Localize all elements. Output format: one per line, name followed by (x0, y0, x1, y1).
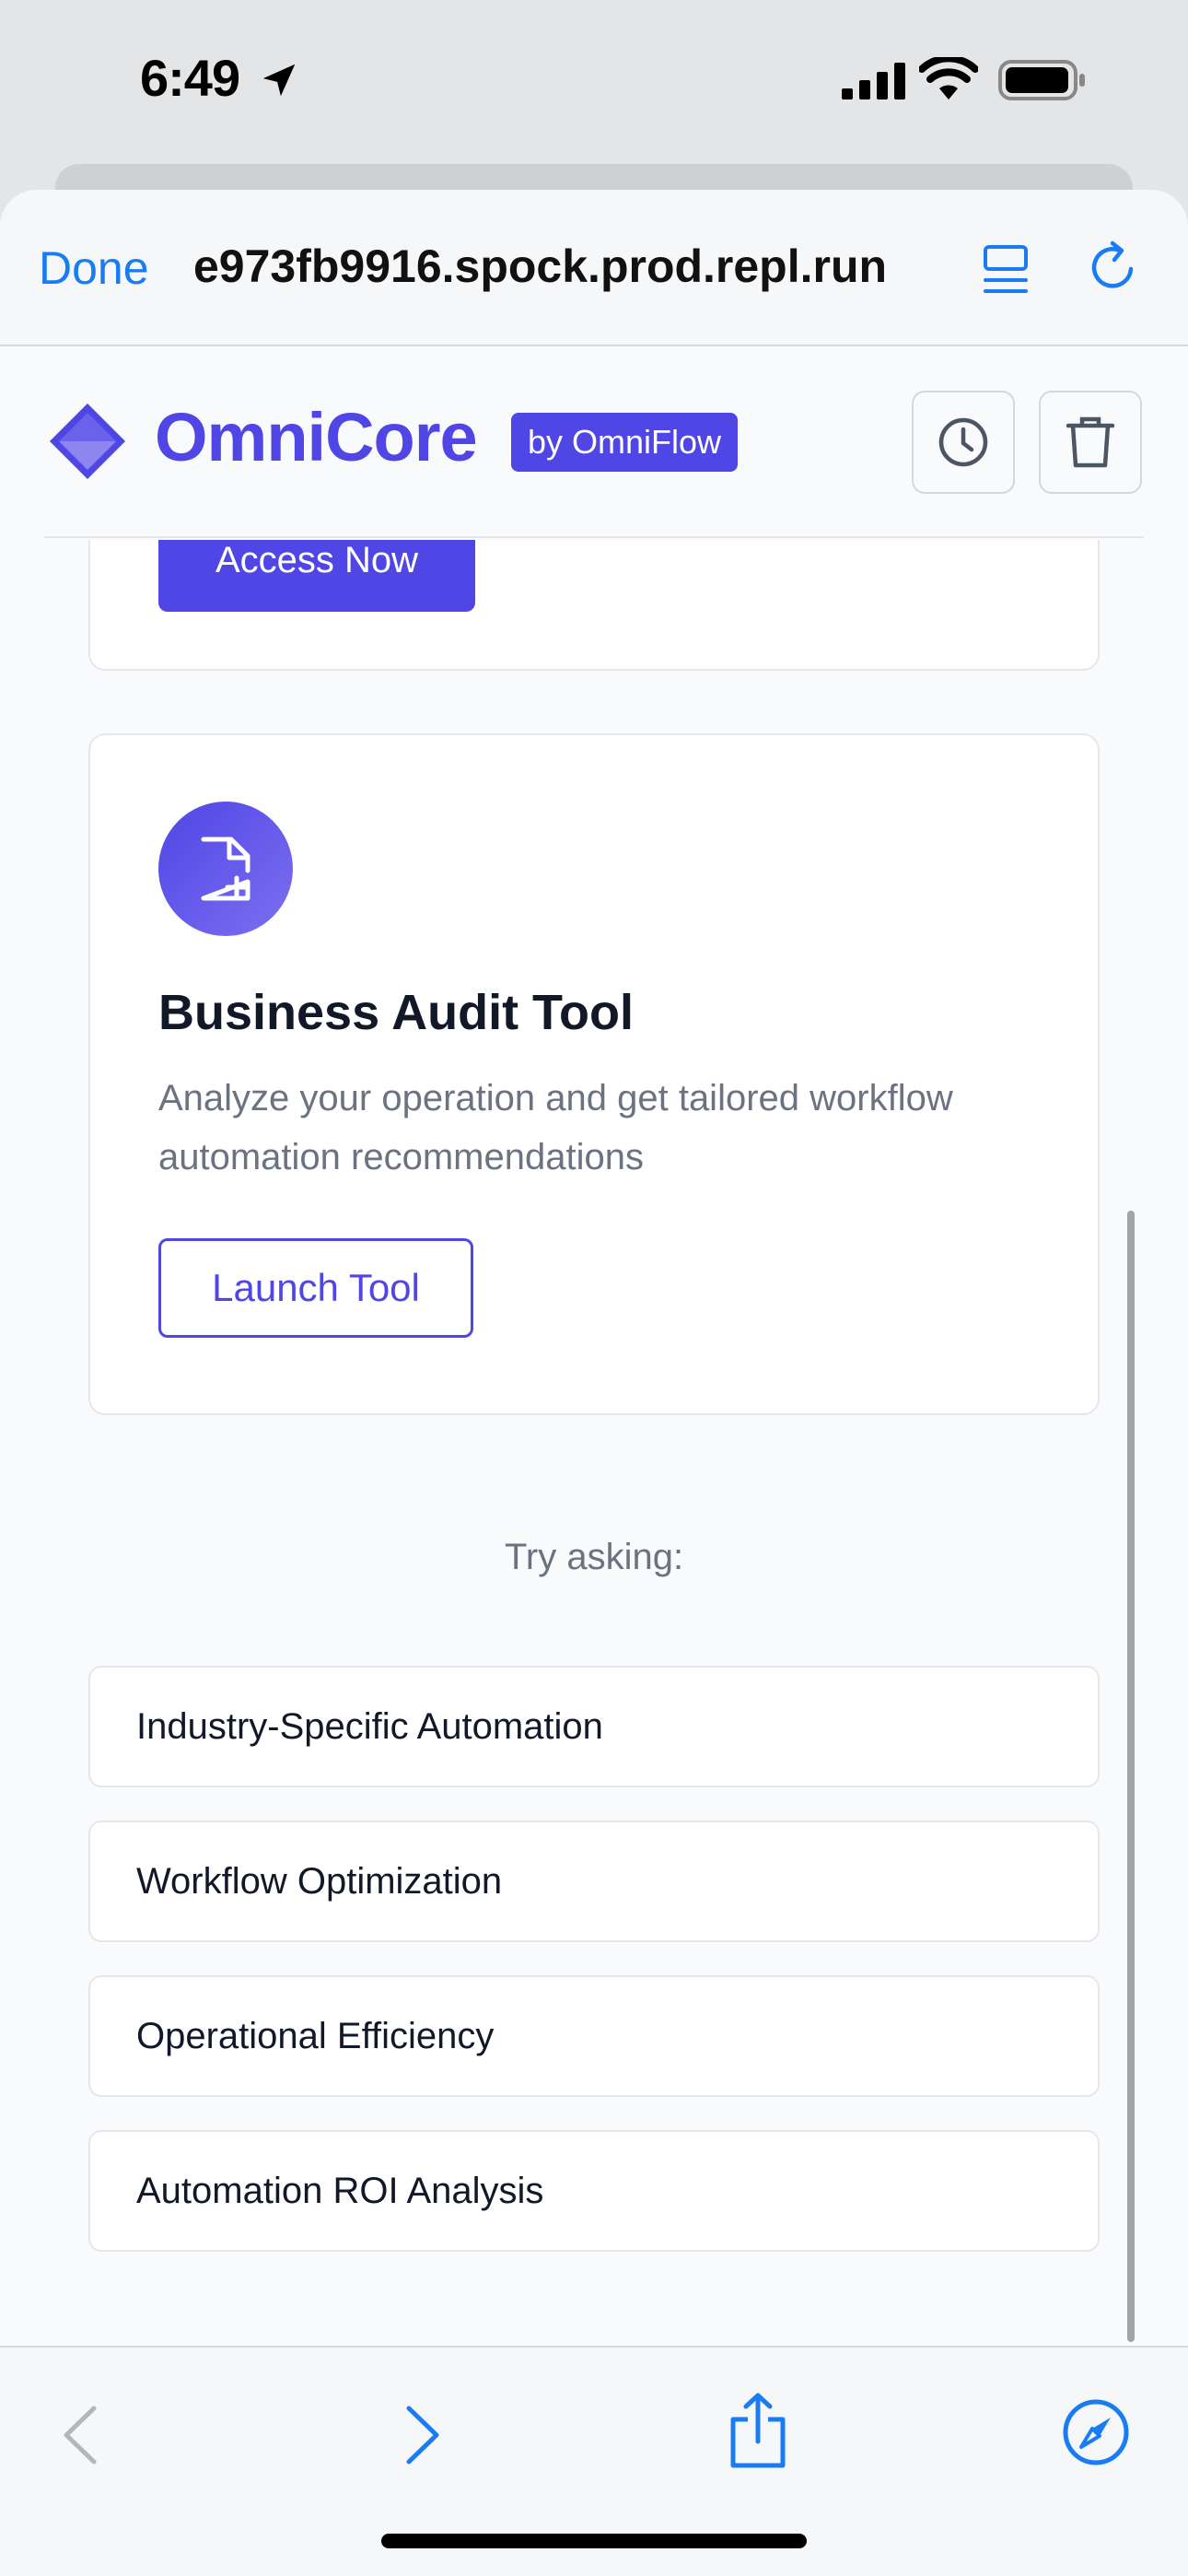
done-button[interactable]: Done (39, 241, 149, 295)
audit-title: Business Audit Tool (158, 985, 635, 1040)
audit-icon-badge (158, 802, 293, 936)
status-time: 6:49 (140, 49, 240, 107)
compass-icon[interactable] (1061, 2397, 1131, 2467)
omnicore-logo-icon (50, 404, 125, 479)
browser-toolbar (0, 2346, 1188, 2576)
audit-description: Analyze your operation and get tailored … (158, 1078, 953, 1177)
location-arrow-icon (262, 64, 296, 97)
main-content: Access Now Business Audit Tool Analyze y… (0, 540, 1188, 2530)
chevron-left-icon[interactable] (57, 2403, 103, 2467)
launch-tool-button[interactable]: Launch Tool (158, 1238, 473, 1338)
url-field[interactable]: e973fb9916.spock.prod.repl.run (193, 240, 949, 293)
browser-header: Done e973fb9916.spock.prod.repl.run (0, 190, 1188, 346)
reader-view-icon[interactable] (982, 243, 1030, 297)
file-plus-icon (201, 837, 250, 901)
app-header: OmniCore by OmniFlow (0, 346, 1188, 538)
cellular-signal-icon (842, 63, 905, 100)
reload-icon[interactable] (1087, 240, 1142, 295)
wifi-icon (919, 57, 978, 100)
clock-icon (938, 417, 988, 467)
brand-name: OmniCore (155, 399, 478, 475)
access-now-button[interactable]: Access Now (158, 540, 475, 612)
clear-chat-button[interactable] (1039, 391, 1142, 494)
browser-sheet: Done e973fb9916.spock.prod.repl.run Omni… (0, 190, 1188, 2576)
header-divider (44, 536, 1144, 538)
home-indicator[interactable] (381, 2534, 807, 2548)
share-icon[interactable] (726, 2392, 790, 2469)
status-bar: 6:49 (0, 0, 1188, 166)
scrollbar[interactable] (1127, 1211, 1135, 2342)
chevron-right-icon[interactable] (400, 2403, 446, 2467)
suggestion-item[interactable]: Operational Efficiency (88, 1975, 1100, 2097)
brand-badge: by OmniFlow (511, 413, 739, 472)
feature-card: Access Now (88, 540, 1100, 671)
trash-icon (1066, 416, 1115, 468)
business-audit-card: Business Audit Tool Analyze your operati… (88, 733, 1100, 1415)
battery-icon (998, 60, 1085, 100)
suggestion-item[interactable]: Automation ROI Analysis (88, 2130, 1100, 2252)
history-button[interactable] (912, 391, 1015, 494)
suggestion-item[interactable]: Industry-Specific Automation (88, 1666, 1100, 1787)
suggestion-item[interactable]: Workflow Optimization (88, 1821, 1100, 1942)
try-asking-label: Try asking: (504, 1537, 684, 1577)
